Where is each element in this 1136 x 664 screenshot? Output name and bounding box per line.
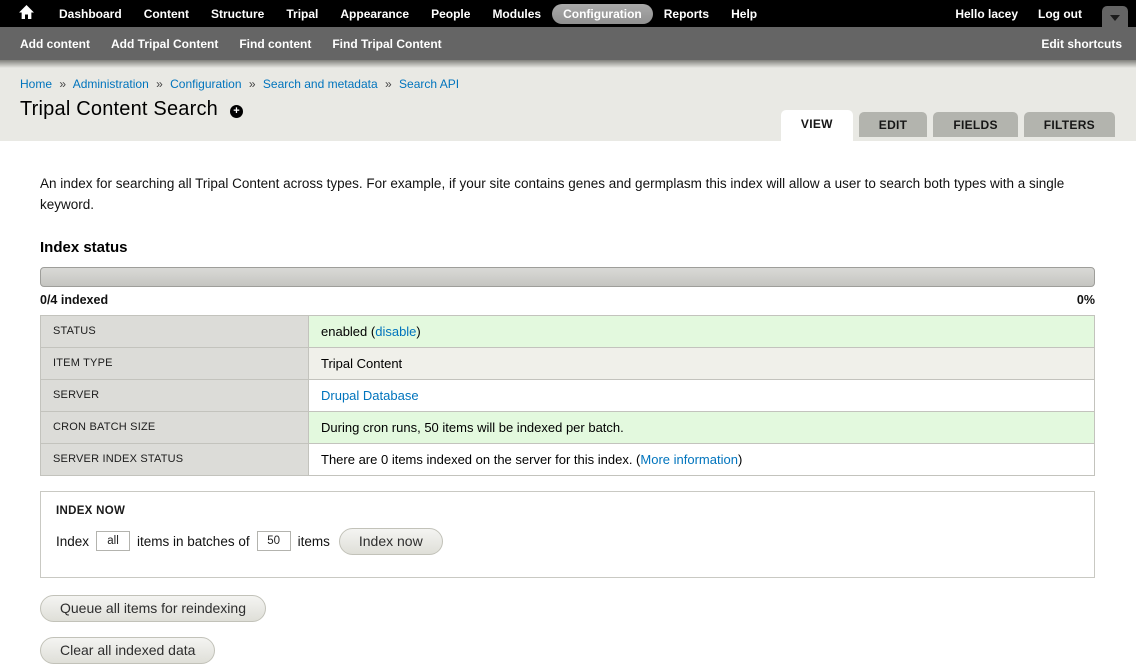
index-status-heading: Index status — [40, 239, 1095, 256]
queue-reindex-button[interactable]: Queue all items for reindexing — [40, 595, 266, 622]
row-value: Tripal Content — [309, 347, 1095, 379]
row-value: During cron runs, 50 items will be index… — [309, 411, 1095, 443]
batch-size-input[interactable] — [257, 531, 291, 551]
row-value: There are 0 items indexed on the server … — [309, 443, 1095, 475]
user-greeting-link[interactable]: Hello lacey — [945, 4, 1028, 24]
index-now-legend: INDEX NOW — [56, 505, 1079, 517]
shortcut-add-content[interactable]: Add content — [20, 37, 90, 51]
items-label: items — [298, 534, 330, 549]
row-label: STATUS — [41, 315, 309, 347]
breadcrumb-administration[interactable]: Administration — [73, 77, 149, 91]
disable-link[interactable]: disable — [375, 324, 416, 339]
tab-filters[interactable]: FILTERS — [1024, 112, 1115, 137]
row-value: enabled (disable) — [309, 315, 1095, 347]
toolbar-item-dashboard[interactable]: Dashboard — [48, 4, 133, 24]
breadcrumb-separator: » — [385, 77, 392, 91]
table-row-status: STATUS enabled (disable) — [41, 315, 1095, 347]
toolbar-item-reports[interactable]: Reports — [653, 4, 720, 24]
toolbar-item-appearance[interactable]: Appearance — [329, 4, 420, 24]
page-title: Tripal Content Search — [20, 98, 218, 121]
row-label: CRON BATCH SIZE — [41, 411, 309, 443]
row-label: ITEM TYPE — [41, 347, 309, 379]
table-row-cron-batch-size: CRON BATCH SIZE During cron runs, 50 ite… — [41, 411, 1095, 443]
index-limit-input[interactable] — [96, 531, 130, 551]
index-description: An index for searching all Tripal Conten… — [40, 141, 1095, 216]
primary-tabs: VIEW EDIT FIELDS FILTERS — [775, 110, 1115, 141]
toolbar-item-content[interactable]: Content — [133, 4, 200, 24]
toolbar-toggle-button[interactable] — [1102, 6, 1128, 27]
toolbar-item-configuration[interactable]: Configuration — [552, 4, 653, 24]
index-now-button[interactable]: Index now — [339, 528, 443, 555]
value-text: Tripal Content — [321, 356, 402, 371]
index-now-fieldset: INDEX NOW Index items in batches of item… — [40, 491, 1095, 578]
breadcrumb-separator: » — [249, 77, 256, 91]
index-progress-bar — [40, 267, 1095, 287]
indexed-count-label: 0/4 indexed — [40, 293, 108, 307]
breadcrumb-separator: » — [156, 77, 163, 91]
tab-fields[interactable]: FIELDS — [933, 112, 1017, 137]
value-text: enabled ( — [321, 324, 375, 339]
row-label: SERVER INDEX STATUS — [41, 443, 309, 475]
main-content: An index for searching all Tripal Conten… — [0, 141, 1136, 664]
home-icon — [19, 5, 34, 22]
admin-toolbar: Dashboard Content Structure Tripal Appea… — [0, 0, 1136, 27]
toolbar-user-area: Hello lacey Log out — [945, 0, 1128, 27]
table-row-server-index-status: SERVER INDEX STATUS There are 0 items in… — [41, 443, 1095, 475]
toolbar-menu: Dashboard Content Structure Tripal Appea… — [48, 4, 768, 24]
toolbar-item-tripal[interactable]: Tripal — [275, 4, 329, 24]
indexed-percent-label: 0% — [1077, 293, 1095, 307]
index-status-table: STATUS enabled (disable) ITEM TYPE Tripa… — [40, 315, 1095, 476]
more-information-link[interactable]: More information — [640, 452, 738, 467]
toolbar-item-modules[interactable]: Modules — [481, 4, 552, 24]
breadcrumb-separator: » — [59, 77, 66, 91]
shortcut-find-tripal-content[interactable]: Find Tripal Content — [332, 37, 441, 51]
shortcut-add-tripal-content[interactable]: Add Tripal Content — [111, 37, 218, 51]
breadcrumb-configuration[interactable]: Configuration — [170, 77, 241, 91]
value-text: There are 0 items indexed on the server … — [321, 452, 640, 467]
chevron-down-icon — [1110, 15, 1120, 21]
breadcrumb-search-api[interactable]: Search API — [399, 77, 459, 91]
row-label: SERVER — [41, 379, 309, 411]
logout-link[interactable]: Log out — [1028, 4, 1092, 24]
value-text: ) — [416, 324, 420, 339]
drupal-database-link[interactable]: Drupal Database — [321, 388, 419, 403]
table-row-server: SERVER Drupal Database — [41, 379, 1095, 411]
breadcrumb: Home » Administration » Configuration » … — [0, 60, 1136, 91]
table-row-item-type: ITEM TYPE Tripal Content — [41, 347, 1095, 379]
row-value: Drupal Database — [309, 379, 1095, 411]
contextual-add-icon[interactable]: + — [230, 105, 243, 118]
index-label: Index — [56, 534, 89, 549]
toolbar-item-help[interactable]: Help — [720, 4, 768, 24]
tab-view[interactable]: VIEW — [781, 110, 853, 141]
toolbar-item-people[interactable]: People — [420, 4, 481, 24]
clear-indexed-data-button[interactable]: Clear all indexed data — [40, 637, 215, 664]
edit-shortcuts-link[interactable]: Edit shortcuts — [1041, 37, 1122, 51]
shortcuts-bar: Add content Add Tripal Content Find cont… — [0, 27, 1136, 60]
tab-edit[interactable]: EDIT — [859, 112, 928, 137]
page-header: Home » Administration » Configuration » … — [0, 60, 1136, 141]
shortcut-find-content[interactable]: Find content — [239, 37, 311, 51]
value-text: ) — [738, 452, 742, 467]
breadcrumb-home[interactable]: Home — [20, 77, 52, 91]
breadcrumb-search-and-metadata[interactable]: Search and metadata — [263, 77, 378, 91]
batches-of-label: items in batches of — [137, 534, 250, 549]
home-button[interactable] — [12, 5, 40, 22]
value-text: During cron runs, 50 items will be index… — [321, 420, 624, 435]
toolbar-item-structure[interactable]: Structure — [200, 4, 275, 24]
